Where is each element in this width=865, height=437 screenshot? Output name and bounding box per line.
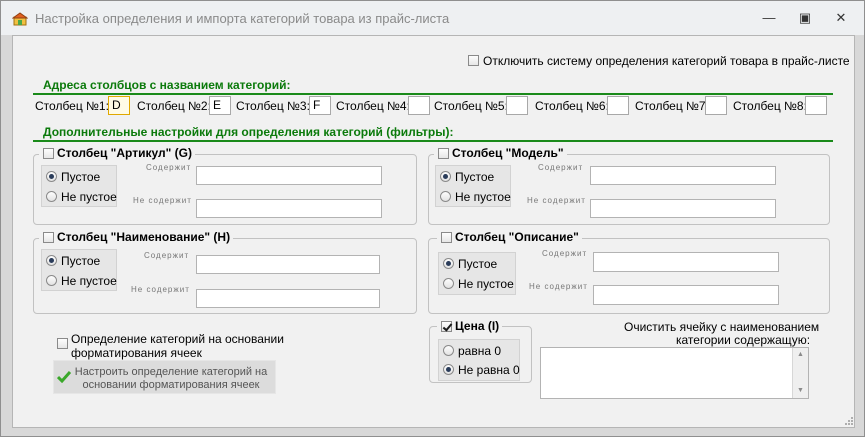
model-not-empty-label: Не пустое xyxy=(455,190,511,204)
scroll-up-icon[interactable]: ▲ xyxy=(797,351,804,359)
column-6-input[interactable] xyxy=(607,96,629,115)
model-contains-input[interactable] xyxy=(590,166,776,185)
article-not-empty-radio[interactable] xyxy=(46,191,57,202)
column-1-label: Столбец №1: xyxy=(35,99,109,113)
minimize-button[interactable]: — xyxy=(753,7,785,29)
article-not-contains-label: Не содержит xyxy=(133,196,192,205)
column-7-label: Столбец №7: xyxy=(635,99,709,113)
article-filter-title: Столбец "Артикул" (G) xyxy=(57,146,192,160)
article-filter-header: Столбец "Артикул" (G) xyxy=(39,146,195,160)
section-filters-divider xyxy=(33,140,833,142)
column-8-input[interactable] xyxy=(805,96,827,115)
column-5-label: Столбец №5: xyxy=(434,99,508,113)
column-8-label: Столбец №8: xyxy=(733,99,807,113)
section-columns-title: Адреса столбцов с названием категорий: xyxy=(43,78,291,92)
section-filters-title: Дополнительные настройки для определения… xyxy=(43,125,454,139)
clear-label-line1: Очистить ячейку с наименованием xyxy=(624,320,820,334)
name-not-contains-label: Не содержит xyxy=(131,285,190,294)
article-contains-label: Содержит xyxy=(146,163,192,172)
model-not-empty-radio[interactable] xyxy=(440,191,451,202)
name-empty-label: Пустое xyxy=(61,254,101,268)
column-4-input[interactable] xyxy=(408,96,430,115)
description-not-empty-radio[interactable] xyxy=(443,278,454,289)
name-not-empty-radio[interactable] xyxy=(46,275,57,286)
description-filter-checkbox[interactable] xyxy=(441,232,452,243)
model-contains-label: Содержит xyxy=(538,163,584,172)
column-4-label: Столбец №4: xyxy=(336,99,410,113)
clear-content-textarea[interactable]: ▲ ▼ xyxy=(540,347,809,399)
column-1-input[interactable]: D xyxy=(108,96,130,115)
description-empty-label: Пустое xyxy=(458,257,498,271)
maximize-button[interactable]: ▣ xyxy=(789,7,821,29)
price-equal-zero-radio[interactable] xyxy=(443,345,454,356)
price-equal-zero-label: равна 0 xyxy=(458,344,502,358)
article-contains-input[interactable] xyxy=(196,166,382,185)
description-not-empty-label: Не пустое xyxy=(458,277,514,291)
configure-formatting-button[interactable]: Настроить определение категорий на основ… xyxy=(53,360,276,394)
configure-formatting-line1: Настроить определение категорий на xyxy=(74,366,268,378)
description-not-contains-label: Не содержит xyxy=(529,282,588,291)
model-empty-radio[interactable] xyxy=(440,171,451,182)
column-2-label: Столбец №2: xyxy=(137,99,211,113)
section-columns-divider xyxy=(33,93,833,95)
model-filter-header: Столбец "Модель" xyxy=(434,146,567,160)
resize-grip-icon[interactable] xyxy=(844,416,854,426)
title-bar: Настройка определения и импорта категори… xyxy=(1,1,864,35)
name-filter-title: Столбец "Наименование" (H) xyxy=(57,230,231,244)
name-not-empty-label: Не пустое xyxy=(61,274,117,288)
model-empty-label: Пустое xyxy=(455,170,495,184)
app-icon xyxy=(12,12,28,26)
column-3-label: Столбец №3: xyxy=(236,99,310,113)
description-contains-input[interactable] xyxy=(593,252,779,272)
name-contains-input[interactable] xyxy=(196,255,380,274)
name-filter-header: Столбец "Наименование" (H) xyxy=(39,230,234,244)
column-7-input[interactable] xyxy=(705,96,727,115)
disable-system-checkbox[interactable] xyxy=(468,55,479,66)
model-not-contains-label: Не содержит xyxy=(527,196,586,205)
model-filter-checkbox[interactable] xyxy=(438,148,449,159)
clear-textarea-scrollbar[interactable]: ▲ ▼ xyxy=(792,348,808,398)
column-2-input[interactable]: E xyxy=(209,96,231,115)
name-contains-label: Содержит xyxy=(144,251,190,260)
column-5-input[interactable] xyxy=(506,96,528,115)
model-not-contains-input[interactable] xyxy=(590,199,776,218)
description-filter-header: Столбец "Описание" xyxy=(437,230,582,244)
client-area: Отключить систему определения категорий … xyxy=(12,35,855,428)
configure-formatting-line2: основании форматирования ячеек xyxy=(82,379,260,391)
formatting-label-line2: форматирования ячеек xyxy=(71,346,202,360)
name-not-contains-input[interactable] xyxy=(196,289,380,308)
disable-system-label: Отключить систему определения категорий … xyxy=(483,54,850,68)
description-filter-title: Столбец "Описание" xyxy=(455,230,579,244)
description-contains-label: Содержит xyxy=(542,249,588,258)
price-not-equal-zero-label: Не равна 0 xyxy=(458,363,520,377)
description-not-contains-input[interactable] xyxy=(593,285,779,305)
window-title: Настройка определения и импорта категори… xyxy=(35,11,450,26)
column-6-label: Столбец №6: xyxy=(535,99,609,113)
article-empty-label: Пустое xyxy=(61,170,101,184)
description-empty-radio[interactable] xyxy=(443,258,454,269)
scroll-down-icon[interactable]: ▼ xyxy=(797,387,804,395)
formatting-label-line1: Определение категорий на основании xyxy=(71,332,284,346)
clear-label-line2: категории содержащую: xyxy=(676,333,811,347)
price-filter-checkbox[interactable] xyxy=(441,321,452,332)
article-empty-radio[interactable] xyxy=(46,171,57,182)
settings-window: Настройка определения и импорта категори… xyxy=(0,0,865,437)
price-filter-title: Цена (I) xyxy=(455,319,500,333)
column-3-input[interactable]: F xyxy=(309,96,331,115)
price-not-equal-zero-radio[interactable] xyxy=(443,364,454,375)
formatting-checkbox[interactable] xyxy=(57,338,68,349)
name-empty-radio[interactable] xyxy=(46,255,57,266)
article-filter-checkbox[interactable] xyxy=(43,148,54,159)
name-filter-checkbox[interactable] xyxy=(43,232,54,243)
article-not-contains-input[interactable] xyxy=(196,199,382,218)
article-not-empty-label: Не пустое xyxy=(61,190,117,204)
close-button[interactable]: ✕ xyxy=(825,7,857,29)
model-filter-title: Столбец "Модель" xyxy=(452,146,564,160)
